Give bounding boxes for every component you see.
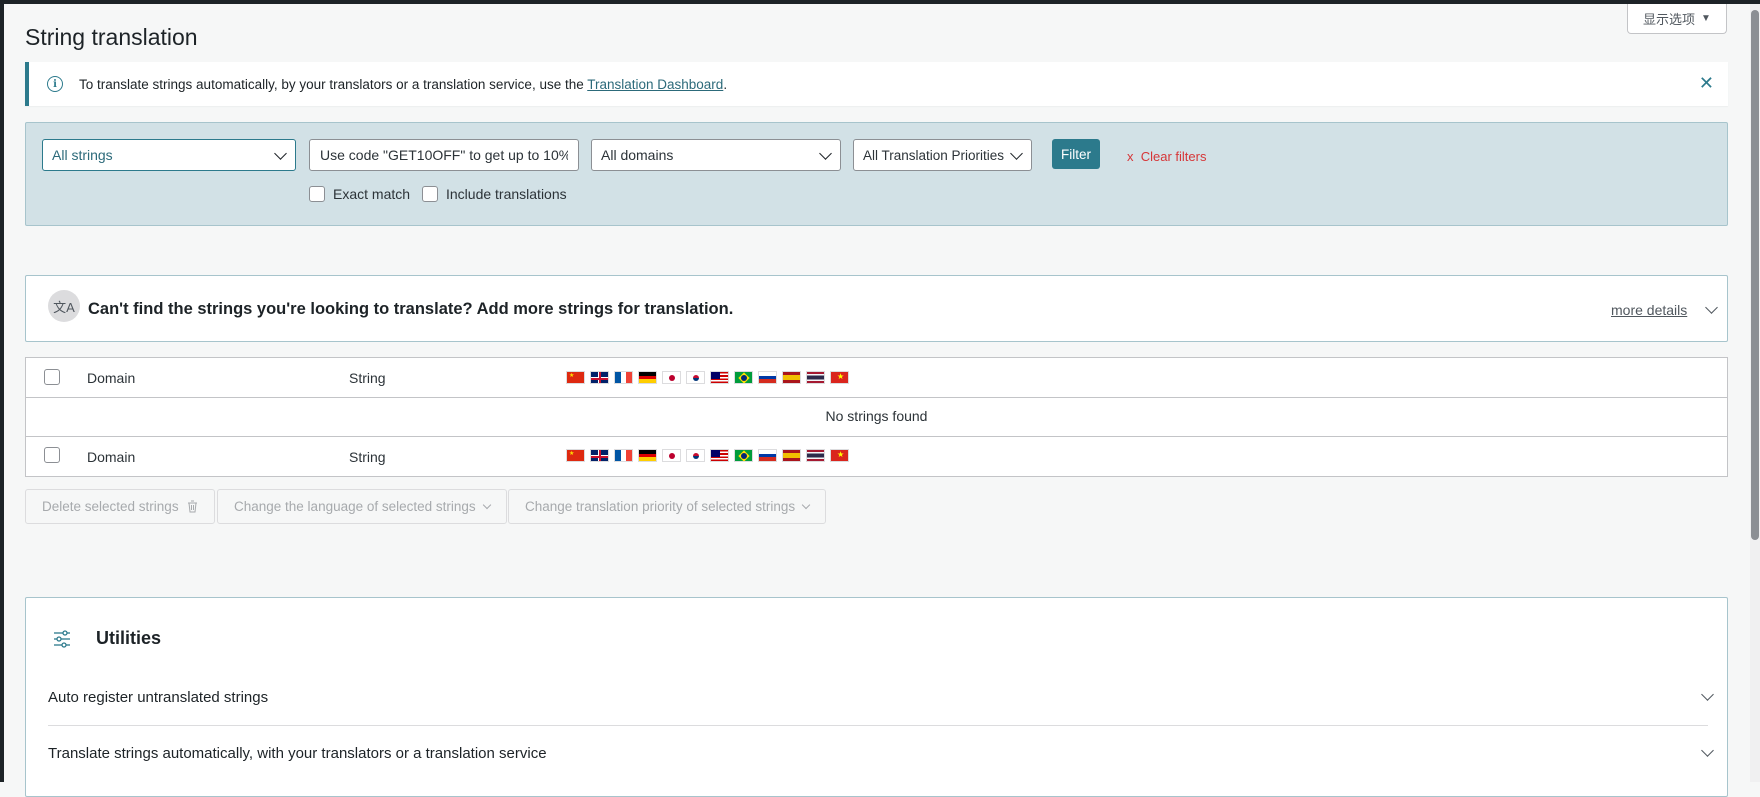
flag-ru-icon bbox=[758, 449, 777, 462]
chevron-down-icon bbox=[801, 500, 811, 510]
utility-auto-register-label: Auto register untranslated strings bbox=[48, 689, 269, 706]
flag-pt-br-icon bbox=[734, 371, 753, 384]
notice-text-after: . bbox=[723, 76, 728, 92]
table-header-row: Domain String ★ ★ bbox=[26, 358, 1727, 398]
change-language-label: Change the language of selected strings bbox=[234, 499, 476, 514]
flag-ms-icon bbox=[710, 371, 729, 384]
clear-filters-label: Clear filters bbox=[1140, 149, 1207, 164]
column-domain[interactable]: Domain bbox=[87, 370, 135, 386]
flag-ko-icon bbox=[686, 371, 705, 384]
flag-ru-icon bbox=[758, 371, 777, 384]
language-flags: ★ ★ bbox=[566, 371, 849, 384]
translate-icon: 文A bbox=[48, 290, 80, 322]
utility-translate-automatically[interactable]: Translate strings automatically, with yo… bbox=[48, 734, 1714, 782]
chevron-down-icon bbox=[274, 147, 287, 160]
string-type-value: All strings bbox=[52, 147, 113, 163]
notice-text-before: To translate strings automatically, by y… bbox=[79, 76, 588, 92]
trash-icon bbox=[187, 500, 197, 513]
clear-filters-x: x bbox=[1127, 149, 1134, 164]
flag-fr-icon bbox=[614, 449, 633, 462]
change-language-button[interactable]: Change the language of selected strings bbox=[217, 489, 507, 524]
change-priority-button[interactable]: Change translation priority of selected … bbox=[508, 489, 827, 524]
info-notice: i To translate strings automatically, by… bbox=[25, 62, 1728, 106]
flag-en-gb-icon bbox=[590, 449, 609, 462]
page-title: String translation bbox=[25, 24, 198, 50]
string-type-select[interactable]: All strings bbox=[42, 139, 296, 171]
flag-es-icon bbox=[782, 371, 801, 384]
admin-left-edge bbox=[0, 0, 4, 782]
flag-en-gb-icon bbox=[590, 371, 609, 384]
select-all-checkbox[interactable] bbox=[44, 369, 60, 385]
screen-options-label: 显示选项 bbox=[1643, 12, 1696, 27]
include-translations-option[interactable]: Include translations bbox=[422, 186, 567, 202]
language-flags-footer: ★ ★ bbox=[566, 449, 849, 462]
more-details-link[interactable]: more details bbox=[1611, 302, 1687, 318]
flag-th-icon bbox=[806, 449, 825, 462]
include-translations-checkbox[interactable] bbox=[422, 186, 438, 202]
chevron-down-icon bbox=[1010, 147, 1023, 160]
table-footer-row: Domain String ★ ★ bbox=[26, 436, 1727, 476]
include-translations-label: Include translations bbox=[446, 186, 567, 202]
flag-zh-icon: ★ bbox=[566, 449, 585, 462]
caret-down-icon: ▼ bbox=[1701, 13, 1711, 24]
flag-vi-icon: ★ bbox=[830, 449, 849, 462]
column-string-footer[interactable]: String bbox=[349, 449, 386, 465]
select-all-checkbox-footer[interactable] bbox=[44, 447, 60, 463]
flag-es-icon bbox=[782, 449, 801, 462]
flag-vi-icon: ★ bbox=[830, 371, 849, 384]
utility-translate-automatically-label: Translate strings automatically, with yo… bbox=[48, 745, 547, 762]
delete-selected-button[interactable]: Delete selected strings bbox=[25, 489, 215, 524]
flag-th-icon bbox=[806, 371, 825, 384]
utilities-title: Utilities bbox=[96, 628, 162, 648]
exact-match-label: Exact match bbox=[333, 186, 411, 202]
sliders-icon bbox=[54, 630, 70, 648]
flag-de-icon bbox=[638, 371, 657, 384]
change-priority-label: Change translation priority of selected … bbox=[525, 499, 796, 514]
flag-de-icon bbox=[638, 449, 657, 462]
close-icon[interactable]: ✕ bbox=[1699, 74, 1714, 92]
notice-text: To translate strings automatically, by y… bbox=[79, 77, 727, 92]
priority-value: All Translation Priorities bbox=[863, 147, 1005, 163]
priority-select[interactable]: All Translation Priorities bbox=[853, 139, 1032, 171]
strings-table: Domain String ★ ★ No strings found Domain… bbox=[25, 357, 1728, 477]
scrollbar-track[interactable] bbox=[1750, 4, 1760, 782]
flag-ja-icon bbox=[662, 371, 681, 384]
chevron-down-icon bbox=[482, 500, 491, 510]
screen-options-button[interactable]: 显示选项 ▼ bbox=[1627, 4, 1727, 34]
flag-pt-br-icon bbox=[734, 449, 753, 462]
flag-ja-icon bbox=[662, 449, 681, 462]
chevron-down-icon bbox=[819, 147, 832, 160]
clear-filters-link[interactable]: x Clear filters bbox=[1127, 149, 1206, 164]
chevron-down-icon[interactable] bbox=[1705, 301, 1718, 314]
add-more-heading: Can't find the strings you're looking to… bbox=[88, 300, 734, 318]
flag-zh-icon: ★ bbox=[566, 371, 585, 384]
info-icon: i bbox=[47, 76, 63, 92]
flag-ko-icon bbox=[686, 449, 705, 462]
flag-fr-icon bbox=[614, 371, 633, 384]
column-domain-footer[interactable]: Domain bbox=[87, 449, 135, 465]
exact-match-option[interactable]: Exact match bbox=[309, 186, 410, 202]
domain-value: All domains bbox=[601, 147, 674, 163]
chevron-down-icon bbox=[1701, 688, 1714, 701]
translation-dashboard-link[interactable]: Translation Dashboard bbox=[587, 77, 723, 92]
add-more-strings-panel: 文A Can't find the strings you're looking… bbox=[25, 275, 1728, 342]
flag-ms-icon bbox=[710, 449, 729, 462]
delete-selected-label: Delete selected strings bbox=[42, 499, 179, 514]
utilities-panel: Utilities Auto register untranslated str… bbox=[25, 597, 1728, 797]
admin-top-edge bbox=[0, 0, 1760, 4]
column-string[interactable]: String bbox=[349, 370, 386, 386]
empty-message: No strings found bbox=[825, 408, 928, 424]
search-input[interactable] bbox=[309, 139, 579, 171]
filter-button[interactable]: Filter bbox=[1052, 139, 1100, 169]
scrollbar-thumb[interactable] bbox=[1751, 10, 1759, 540]
exact-match-checkbox[interactable] bbox=[309, 186, 325, 202]
utility-auto-register[interactable]: Auto register untranslated strings bbox=[48, 678, 1714, 726]
filter-panel bbox=[25, 122, 1728, 226]
domain-select[interactable]: All domains bbox=[591, 139, 841, 171]
chevron-down-icon bbox=[1701, 744, 1714, 757]
